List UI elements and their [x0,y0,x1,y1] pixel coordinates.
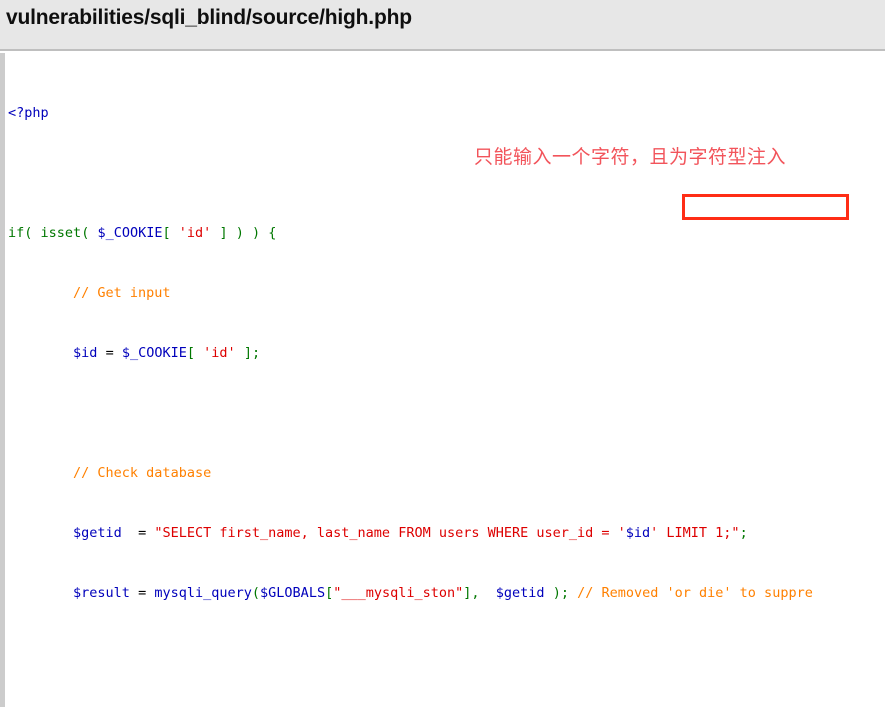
page-title: vulnerabilities/sqli_blind/source/high.p… [6,6,412,29]
code-line: // Get input [73,285,171,301]
code-line: $id = $_COOKIE[ 'id' ]; [73,345,261,361]
code-line: // Check database [73,465,212,481]
code-line: if( isset( $_COOKIE[ 'id' ] ) ) { [8,225,277,241]
code-line: $result = mysqli_query($GLOBALS["___mysq… [73,585,813,601]
file-path-header: vulnerabilities/sqli_blind/source/high.p… [0,0,885,51]
code-viewer-page: vulnerabilities/sqli_blind/source/high.p… [0,0,885,707]
code-line: $getid = "SELECT first_name, last_name F… [73,525,748,541]
code-line: <?php [8,105,49,121]
code-line: // Get results [8,703,885,707]
annotation-text: 只能输入一个字符，且为字符型注入 [474,146,787,168]
